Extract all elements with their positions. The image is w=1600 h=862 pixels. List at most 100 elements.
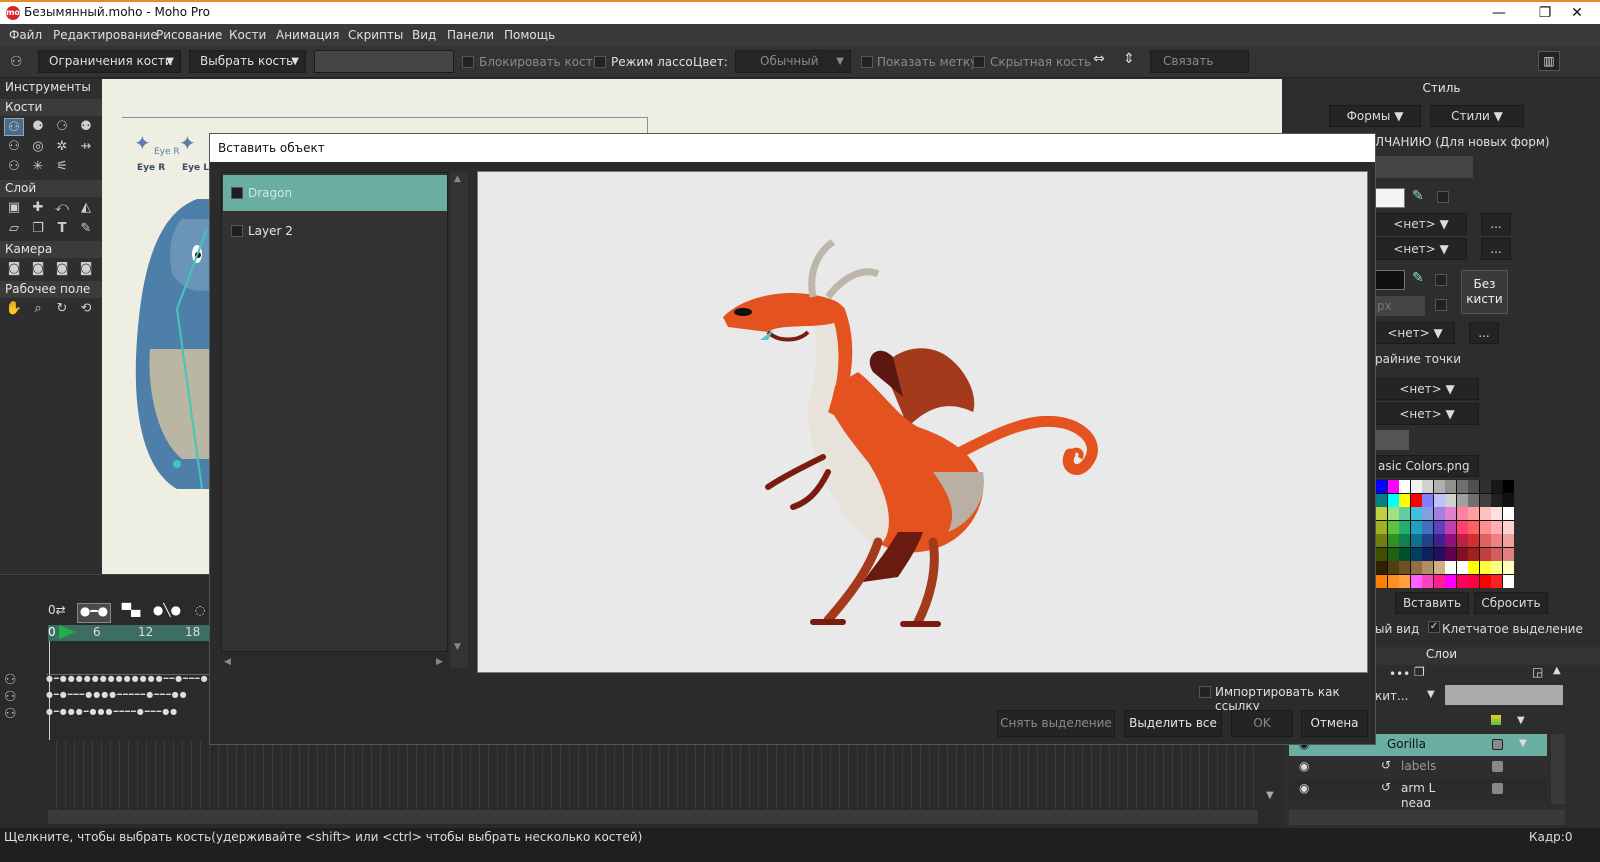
layer-arm-l-checkbox[interactable] bbox=[1492, 783, 1503, 794]
eyedropper-tool-icon[interactable]: ✎ bbox=[76, 220, 96, 238]
menu-bones[interactable]: Кости bbox=[229, 28, 266, 42]
palette-swatch[interactable] bbox=[1433, 574, 1445, 588]
palette-swatch[interactable] bbox=[1410, 574, 1422, 588]
palette-swatch[interactable] bbox=[1456, 561, 1468, 574]
line-width-checkbox[interactable] bbox=[1435, 299, 1447, 311]
palette-swatch[interactable] bbox=[1468, 534, 1479, 547]
layers-more-icon[interactable]: ••• bbox=[1389, 667, 1410, 681]
layer-layer2-checkbox[interactable] bbox=[231, 225, 243, 237]
cancel-button[interactable]: Отмена bbox=[1301, 710, 1368, 737]
palette-swatch[interactable] bbox=[1433, 534, 1445, 547]
lock-bone-checkbox[interactable] bbox=[462, 56, 474, 68]
palette-swatch[interactable] bbox=[1410, 480, 1422, 493]
palette-swatch[interactable] bbox=[1399, 547, 1410, 561]
palette-swatch[interactable] bbox=[1479, 574, 1491, 588]
channel-sequencer-icon[interactable]: ▀▄ bbox=[116, 603, 146, 623]
reset-style-button[interactable]: Сбросить bbox=[1474, 592, 1548, 614]
keyframe-dots-2[interactable]: ●━●━━━●●●●━━━━━●━━━●● bbox=[46, 690, 188, 699]
select-bone-tool-icon[interactable]: ⚇ bbox=[4, 118, 24, 136]
paste-style-button[interactable]: Вставить bbox=[1395, 592, 1469, 614]
layer-color-chevron-icon[interactable]: ▼ bbox=[1517, 715, 1525, 726]
layers-collapse-icon[interactable]: ▲ bbox=[1553, 665, 1561, 676]
bone-name-field[interactable] bbox=[314, 50, 454, 73]
palette-swatch[interactable] bbox=[1491, 561, 1502, 574]
shape-preview-swatch[interactable] bbox=[1375, 430, 1409, 450]
palette-swatch[interactable] bbox=[1422, 561, 1433, 574]
palette-swatch[interactable] bbox=[1433, 520, 1445, 534]
fill-effect-dropdown[interactable]: <нет> ▼ bbox=[1375, 213, 1467, 235]
palette-swatch[interactable] bbox=[1410, 520, 1422, 534]
panel-toggle-icon[interactable]: ▥ bbox=[1538, 51, 1560, 71]
palette-swatch[interactable] bbox=[1445, 574, 1456, 588]
palette-swatch[interactable] bbox=[1399, 520, 1410, 534]
palette-swatch[interactable] bbox=[1433, 480, 1445, 493]
palette-swatch[interactable] bbox=[1399, 480, 1410, 493]
checker-select-checkbox[interactable]: ✓ bbox=[1428, 621, 1440, 633]
palette-swatch[interactable] bbox=[1376, 561, 1387, 574]
layer-visibility-eye-icon[interactable]: ◉ bbox=[1299, 759, 1309, 773]
palette-swatch[interactable] bbox=[1422, 480, 1433, 493]
menu-edit[interactable]: Редактирование bbox=[53, 28, 158, 42]
bind-bones-button[interactable]: Связать кости bbox=[1150, 50, 1249, 89]
palette-swatch[interactable] bbox=[1468, 480, 1479, 493]
menu-animation[interactable]: Анимация bbox=[276, 28, 339, 42]
brush-button[interactable]: Без кисти bbox=[1461, 270, 1508, 314]
switch-layer-tool-icon[interactable]: ▱ bbox=[4, 220, 24, 238]
palette-swatch[interactable] bbox=[1399, 507, 1410, 520]
offset-bone-tool-icon[interactable]: ⇸ bbox=[76, 138, 96, 156]
eye-r-bone-icon[interactable]: ✦ bbox=[134, 131, 151, 155]
timeline-frames-grid[interactable] bbox=[48, 740, 1258, 810]
zoom-tool-icon[interactable]: ⌕ bbox=[28, 300, 48, 318]
layer-gorilla-chevron-icon[interactable]: ▼ bbox=[1519, 738, 1527, 749]
timeline-scroll-down-icon[interactable]: ▼ bbox=[1266, 790, 1274, 801]
palette-swatch[interactable] bbox=[1445, 493, 1456, 507]
fill-effect-more-button[interactable]: ... bbox=[1481, 213, 1511, 235]
palette-swatch[interactable] bbox=[1387, 547, 1399, 561]
palette-swatch[interactable] bbox=[1491, 520, 1502, 534]
palette-swatch[interactable] bbox=[1502, 507, 1514, 520]
palette-swatch[interactable] bbox=[1456, 534, 1468, 547]
palette-swatch[interactable] bbox=[1422, 574, 1433, 588]
line-color-swatch[interactable] bbox=[1375, 270, 1405, 290]
palette-swatch[interactable] bbox=[1445, 480, 1456, 493]
bone-constraints-dropdown[interactable]: Ограничения кости ▼ bbox=[38, 50, 181, 73]
rotate-layer-tool-icon[interactable]: ⤺ bbox=[52, 199, 72, 217]
layer-item-dragon[interactable]: Dragon bbox=[223, 175, 447, 211]
fill-color-swatch[interactable] bbox=[1375, 188, 1405, 208]
palette-swatch[interactable] bbox=[1387, 507, 1399, 520]
palette-swatch[interactable] bbox=[1399, 561, 1410, 574]
shear-layer-tool-icon[interactable]: ◭ bbox=[76, 199, 96, 217]
palette-swatch[interactable] bbox=[1468, 547, 1479, 561]
palette-swatch[interactable] bbox=[1387, 493, 1399, 507]
bone-smart-tool-icon[interactable]: ⚟ bbox=[52, 158, 72, 176]
timeline-horizontal-scrollbar[interactable] bbox=[48, 810, 1258, 824]
scroll-down-icon[interactable]: ▼ bbox=[454, 642, 461, 652]
select-bone-dropdown[interactable]: Выбрать кость ▼ bbox=[189, 50, 306, 73]
layer-row-labels[interactable]: ◉ ↺ labels bbox=[1289, 756, 1547, 778]
palette-swatch[interactable] bbox=[1387, 574, 1399, 588]
palette-swatch[interactable] bbox=[1410, 534, 1422, 547]
add-bone-tool-icon[interactable]: ⚈ bbox=[28, 118, 48, 136]
lasso-mode-checkbox[interactable] bbox=[594, 56, 606, 68]
bind-layer-tool-icon[interactable]: ◎ bbox=[28, 138, 48, 156]
camera-track-icon[interactable]: ◙ bbox=[4, 260, 24, 278]
palette-swatch[interactable] bbox=[1422, 547, 1433, 561]
palette-swatch[interactable] bbox=[1433, 561, 1445, 574]
palette-swatch[interactable] bbox=[1456, 520, 1468, 534]
palette-swatch[interactable] bbox=[1479, 480, 1491, 493]
select-all-button[interactable]: Выделить все bbox=[1124, 710, 1222, 737]
palette-swatch[interactable] bbox=[1456, 574, 1468, 588]
palette-swatch[interactable] bbox=[1479, 561, 1491, 574]
frame-zero-indicator[interactable]: 0⇄ bbox=[48, 603, 70, 623]
palette-swatch[interactable] bbox=[1456, 547, 1468, 561]
show-label-checkbox[interactable] bbox=[861, 56, 873, 68]
palette-swatch[interactable] bbox=[1502, 574, 1514, 588]
palette-swatch[interactable] bbox=[1387, 561, 1399, 574]
palette-swatch[interactable] bbox=[1479, 507, 1491, 520]
palette-swatch[interactable] bbox=[1502, 561, 1514, 574]
palette-swatch[interactable] bbox=[1433, 547, 1445, 561]
palette-swatch[interactable] bbox=[1422, 507, 1433, 520]
transform-layer-tool-icon[interactable]: ▣ bbox=[4, 199, 24, 217]
palette-swatch[interactable] bbox=[1445, 547, 1456, 561]
palette-swatch[interactable] bbox=[1433, 507, 1445, 520]
